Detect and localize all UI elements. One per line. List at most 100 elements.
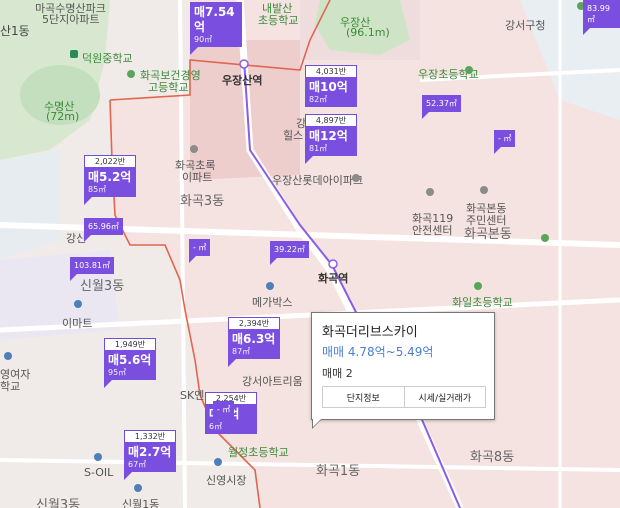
school-icon	[465, 66, 473, 74]
area-marker-text: 65.96㎡	[88, 222, 119, 231]
label-ujang-sinbuk: 우장산롯데아이파크	[272, 174, 364, 187]
label-ujangsan-height: (96.1m)	[346, 26, 390, 39]
marker-tail	[494, 147, 501, 154]
label-sinwol-1: 신월1동	[122, 498, 160, 508]
label-sinyeong-market: 신영시장	[206, 474, 247, 487]
label-deokwon-ms: 덕원중학교	[82, 52, 133, 65]
marker-price: 매7.54억	[194, 5, 235, 34]
school-icon	[127, 70, 135, 78]
area-marker-text: 52.37㎡	[426, 99, 457, 108]
price-history-button[interactable]: 시세/실거래가	[403, 387, 486, 407]
popup-button-group: 단지정보 시세/실거래가	[322, 386, 486, 408]
marker-price: 매5.6억	[108, 353, 152, 367]
map-view[interactable]: 마곡수명산파크 5단지아파트 산1동 덕원중학교 수명산 (72m) 화곡보건경…	[0, 0, 620, 508]
marker-tail	[228, 359, 236, 367]
label-hwagok-1dong: 화곡1동	[316, 464, 361, 479]
marker-tail	[213, 418, 220, 425]
area-marker-text: - ㎡	[193, 243, 207, 252]
marker-area: 90㎡	[194, 35, 213, 44]
marker-area: 81㎡	[309, 144, 328, 153]
marker-tail	[104, 380, 112, 388]
label-susmyeongsan-height: (72m)	[46, 110, 80, 123]
building-icon	[426, 188, 434, 196]
marker-price: 매12억	[309, 129, 348, 143]
marker-tail	[422, 112, 429, 119]
marker-tail	[270, 258, 277, 265]
listing-marker[interactable]: 매7.54억 90㎡	[190, 2, 242, 55]
area-marker[interactable]: 83.99㎡	[583, 0, 620, 35]
marker-tail	[190, 47, 198, 55]
label-gangseo-gu: 강서구청	[505, 19, 546, 32]
listing-marker[interactable]: 4,897반 매12억 81㎡	[305, 114, 357, 164]
marker-area: 87㎡	[232, 347, 251, 356]
popup-price-range: 매매 4.78억~5.49억	[322, 345, 434, 359]
cinema-icon	[266, 282, 274, 290]
transit-icon	[134, 484, 142, 492]
label-emart: 이마트	[62, 317, 93, 330]
listing-marker[interactable]: 2,394반 매6.3억 87㎡	[228, 317, 280, 367]
area-marker-text: - ㎡	[217, 405, 231, 414]
marker-count: 4,897반	[305, 114, 357, 126]
marker-price: 매6.3억	[232, 332, 276, 346]
label-gangseo-atrium: 강서아트리움	[242, 375, 303, 388]
marker-count: 2,022반	[84, 155, 136, 167]
building-icon	[352, 174, 360, 182]
label-hwagok-8dong: 화곡8동	[470, 450, 515, 465]
school-icon	[4, 352, 12, 360]
area-marker-text: 83.99㎡	[587, 4, 610, 24]
area-marker-text: 39.22㎡	[274, 245, 305, 254]
label-health-hs-2: 고등학교	[148, 81, 189, 94]
listing-marker[interactable]: 4,031반 매10억 82㎡	[305, 65, 357, 107]
label-hwagok-119-2: 안전센터	[412, 224, 453, 237]
area-marker[interactable]: 52.37㎡	[422, 95, 461, 119]
marker-count: 1,949반	[104, 338, 156, 350]
school-icon	[474, 282, 482, 290]
marker-area: 85㎡	[88, 185, 107, 194]
area-marker[interactable]: - ㎡	[189, 239, 211, 263]
marker-area: 82㎡	[309, 95, 328, 104]
marker-count: 4,031반	[305, 65, 357, 77]
marker-price: 매10억	[309, 80, 348, 94]
complex-popup[interactable]: 화곡더리브스카이 매매 4.78억~5.49억 매매 2 단지정보 시세/실거래…	[311, 312, 495, 429]
popup-title: 화곡더리브스카이	[322, 325, 418, 340]
marker-price: 매2.7억	[128, 445, 172, 459]
complex-info-button[interactable]: 단지정보	[323, 387, 404, 407]
popup-sale-count: 매매 2	[322, 367, 353, 380]
listing-marker[interactable]: 1,949반 매5.6억 95㎡	[104, 338, 156, 388]
building-icon	[190, 145, 198, 153]
building-icon	[480, 186, 488, 194]
label-megabox: 메가박스	[252, 296, 293, 309]
label-sinwol-3: 신월3동	[80, 279, 125, 294]
marker-area: 67㎡	[128, 460, 147, 469]
marker-tail	[305, 156, 313, 164]
marker-tail	[189, 256, 196, 263]
listing-marker[interactable]: 1,332반 매2.7억 67㎡	[124, 430, 176, 480]
gas-station-icon	[94, 453, 102, 461]
area-marker[interactable]: 65.96㎡	[84, 218, 123, 242]
label-wolseo-es: 월정초등학교	[228, 446, 289, 459]
label-soil: S-OIL	[84, 466, 114, 479]
marker-count: 2,394반	[228, 317, 280, 329]
area-marker[interactable]: - ㎡	[213, 401, 235, 425]
area-marker[interactable]: - ㎡	[494, 130, 516, 154]
popup-tail-inner	[313, 419, 321, 427]
marker-tail	[84, 197, 92, 205]
marker-tail	[583, 28, 590, 35]
label-ujangsan-station: 우장산역	[222, 74, 263, 87]
label-hill-2: 힐스	[283, 129, 304, 142]
label-ujang-es: 초등학교	[258, 14, 299, 27]
listing-marker[interactable]: 2,022반 매5.2억 85㎡	[84, 155, 136, 205]
park-icon	[541, 234, 549, 242]
area-marker[interactable]: 39.22㎡	[270, 241, 309, 265]
label-hwagok-chorok-2: 이파트	[182, 171, 213, 184]
area-marker[interactable]: 103.81㎡	[70, 257, 114, 281]
market-icon	[214, 458, 222, 466]
area-marker-text: 103.81㎡	[74, 261, 110, 270]
label-hwagok-bondong: 화곡본동	[464, 227, 512, 242]
label-sk: SK엔	[180, 389, 205, 402]
marker-area: 95㎡	[108, 368, 127, 377]
label-top-left-cut: 산1동	[0, 24, 30, 38]
label-hwail-es: 화일초등학교	[452, 296, 513, 309]
label-hwagok-3dong: 화곡3동	[180, 194, 225, 209]
store-icon	[74, 300, 82, 308]
